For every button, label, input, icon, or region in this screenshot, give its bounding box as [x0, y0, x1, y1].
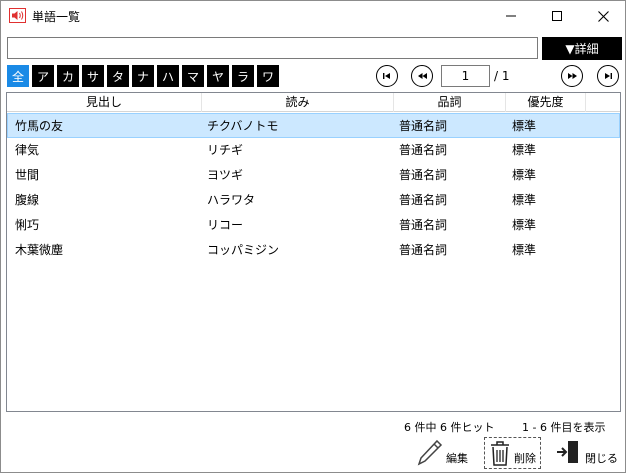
table-cell: コッパミジン	[207, 243, 280, 257]
table-cell: 世間	[15, 168, 40, 182]
kana-filter-2[interactable]: カ	[57, 65, 79, 87]
first-page-button[interactable]	[376, 65, 398, 87]
table-header: 見出し 読み 品詞 優先度	[7, 93, 620, 112]
table-cell: 普通名詞	[399, 193, 448, 207]
table-cell: リチギ	[207, 143, 244, 157]
table-cell: 標準	[512, 218, 537, 232]
fast-forward-icon	[567, 73, 577, 79]
table-cell: 標準	[512, 143, 537, 157]
search-input[interactable]	[7, 37, 538, 59]
hit-count: 6 件中 6 件ヒット	[404, 421, 495, 434]
table-row[interactable]: 悧巧 リコー 普通名詞 標準	[7, 213, 620, 238]
table-cell: 普通名詞	[399, 143, 448, 157]
delete-button[interactable]: 削除	[484, 437, 541, 469]
word-list-window: 単語一覧 ▼詳細 全アカサタナハマヤラワ / 1 見出し読み品詞優先度 竹馬の友…	[0, 0, 626, 473]
table-cell: 腹線	[15, 193, 40, 207]
table-cell: 普通名詞	[399, 168, 448, 182]
table-cell: ヨツギ	[207, 168, 244, 182]
previous-page-button[interactable]	[411, 65, 433, 87]
display-range: 1 - 6 件目を表示	[522, 421, 606, 434]
kana-filter-10[interactable]: ワ	[257, 65, 279, 87]
table-row[interactable]: 腹線 ハラワタ 普通名詞 標準	[7, 188, 620, 213]
exit-door-icon	[557, 441, 578, 463]
edit-button[interactable]: 編集	[417, 437, 468, 469]
column-header-3[interactable]: 優先度	[506, 93, 586, 112]
kana-filter-0[interactable]: 全	[7, 65, 29, 87]
word-table: 見出し 読み 品詞 優先度 竹馬の友 チクバノトモ 普通名詞 標準 律気 リチギ 普通名詞 標準 世間…	[6, 92, 621, 412]
page-total: / 1	[494, 69, 510, 83]
table-cell: 標準	[512, 119, 537, 133]
table-row[interactable]: 竹馬の友 チクバノトモ 普通名詞 標準	[7, 113, 620, 138]
table-cell: 律気	[15, 143, 40, 157]
table-cell: 普通名詞	[399, 119, 448, 133]
column-header-2[interactable]: 品詞	[394, 93, 506, 112]
table-row[interactable]: 木葉微塵 コッパミジン 普通名詞 標準	[7, 238, 620, 263]
table-row[interactable]: 律気 リチギ 普通名詞 標準	[7, 138, 620, 163]
kana-filter-7[interactable]: マ	[182, 65, 204, 87]
trash-icon	[491, 441, 509, 466]
table-row[interactable]: 世間 ヨツギ 普通名詞 標準	[7, 163, 620, 188]
next-page-button[interactable]	[561, 65, 583, 87]
skip-last-icon	[605, 73, 612, 79]
table-cell: 悧巧	[15, 218, 40, 232]
kana-filter-bar: 全アカサタナハマヤラワ	[7, 65, 282, 87]
kana-filter-4[interactable]: タ	[107, 65, 129, 87]
table-cell: リコー	[207, 218, 244, 232]
table-cell: 竹馬の友	[15, 119, 64, 133]
kana-filter-8[interactable]: ヤ	[207, 65, 229, 87]
title-bar: 単語一覧	[1, 1, 625, 31]
close-button[interactable]: 閉じる	[556, 437, 618, 469]
rewind-icon	[417, 73, 427, 79]
table-cell: 普通名詞	[399, 243, 448, 257]
last-page-button[interactable]	[597, 65, 619, 87]
kana-filter-9[interactable]: ラ	[232, 65, 254, 87]
table-cell: 標準	[512, 243, 537, 257]
detail-button[interactable]: ▼詳細	[542, 37, 622, 60]
maximize-button[interactable]	[534, 1, 580, 31]
minimize-icon	[506, 15, 516, 17]
close-label: 閉じる	[585, 452, 618, 465]
page-number-input[interactable]	[441, 65, 490, 87]
close-window-button[interactable]	[580, 1, 626, 31]
skip-first-icon	[383, 73, 390, 79]
close-icon	[597, 10, 609, 22]
kana-filter-6[interactable]: ハ	[157, 65, 179, 87]
table-cell: ハラワタ	[207, 193, 256, 207]
kana-filter-5[interactable]: ナ	[132, 65, 154, 87]
kana-filter-1[interactable]: ア	[32, 65, 54, 87]
kana-filter-3[interactable]: サ	[82, 65, 104, 87]
table-cell: 普通名詞	[399, 218, 448, 232]
maximize-icon	[552, 11, 562, 21]
window-title: 単語一覧	[32, 10, 81, 24]
pencil-icon	[417, 439, 443, 466]
edit-label: 編集	[446, 452, 468, 465]
delete-label: 削除	[514, 452, 536, 465]
table-cell: チクバノトモ	[207, 119, 279, 133]
detail-button-label: ▼詳細	[565, 42, 599, 56]
table-cell: 標準	[512, 193, 537, 207]
column-header-1[interactable]: 読み	[202, 93, 394, 112]
speaker-icon	[9, 8, 26, 23]
column-header-0[interactable]: 見出し	[7, 93, 202, 112]
table-cell: 標準	[512, 168, 537, 182]
minimize-button[interactable]	[488, 1, 534, 31]
table-cell: 木葉微塵	[15, 243, 64, 257]
